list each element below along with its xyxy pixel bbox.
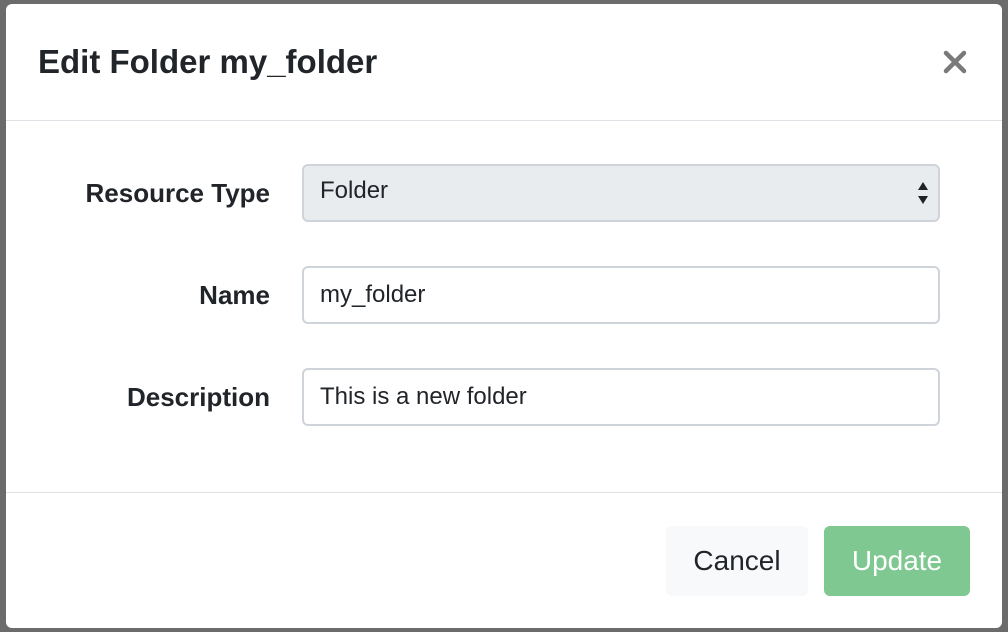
name-row: Name (6, 266, 1002, 324)
resource-type-row: Resource Type Folder (6, 164, 1002, 222)
modal-body: Resource Type Folder Name Description (6, 122, 1002, 492)
modal-footer: Cancel Update (6, 492, 1002, 628)
description-row: Description (6, 368, 1002, 426)
resource-type-select[interactable]: Folder (302, 164, 940, 222)
edit-folder-modal: Edit Folder my_folder Resource Type Fold… (6, 4, 1002, 628)
resource-type-value: Folder (320, 177, 389, 204)
name-label: Name (199, 280, 270, 310)
modal-header: Edit Folder my_folder (6, 4, 1002, 121)
close-button[interactable] (932, 42, 978, 82)
cancel-button[interactable]: Cancel (666, 526, 808, 596)
close-icon (943, 50, 967, 74)
name-input[interactable] (302, 266, 940, 324)
update-button[interactable]: Update (824, 526, 970, 596)
description-input[interactable] (302, 368, 940, 426)
resource-type-label: Resource Type (85, 178, 270, 208)
modal-title: Edit Folder my_folder (38, 43, 378, 80)
select-arrows-icon (918, 182, 928, 204)
description-label: Description (126, 382, 270, 412)
